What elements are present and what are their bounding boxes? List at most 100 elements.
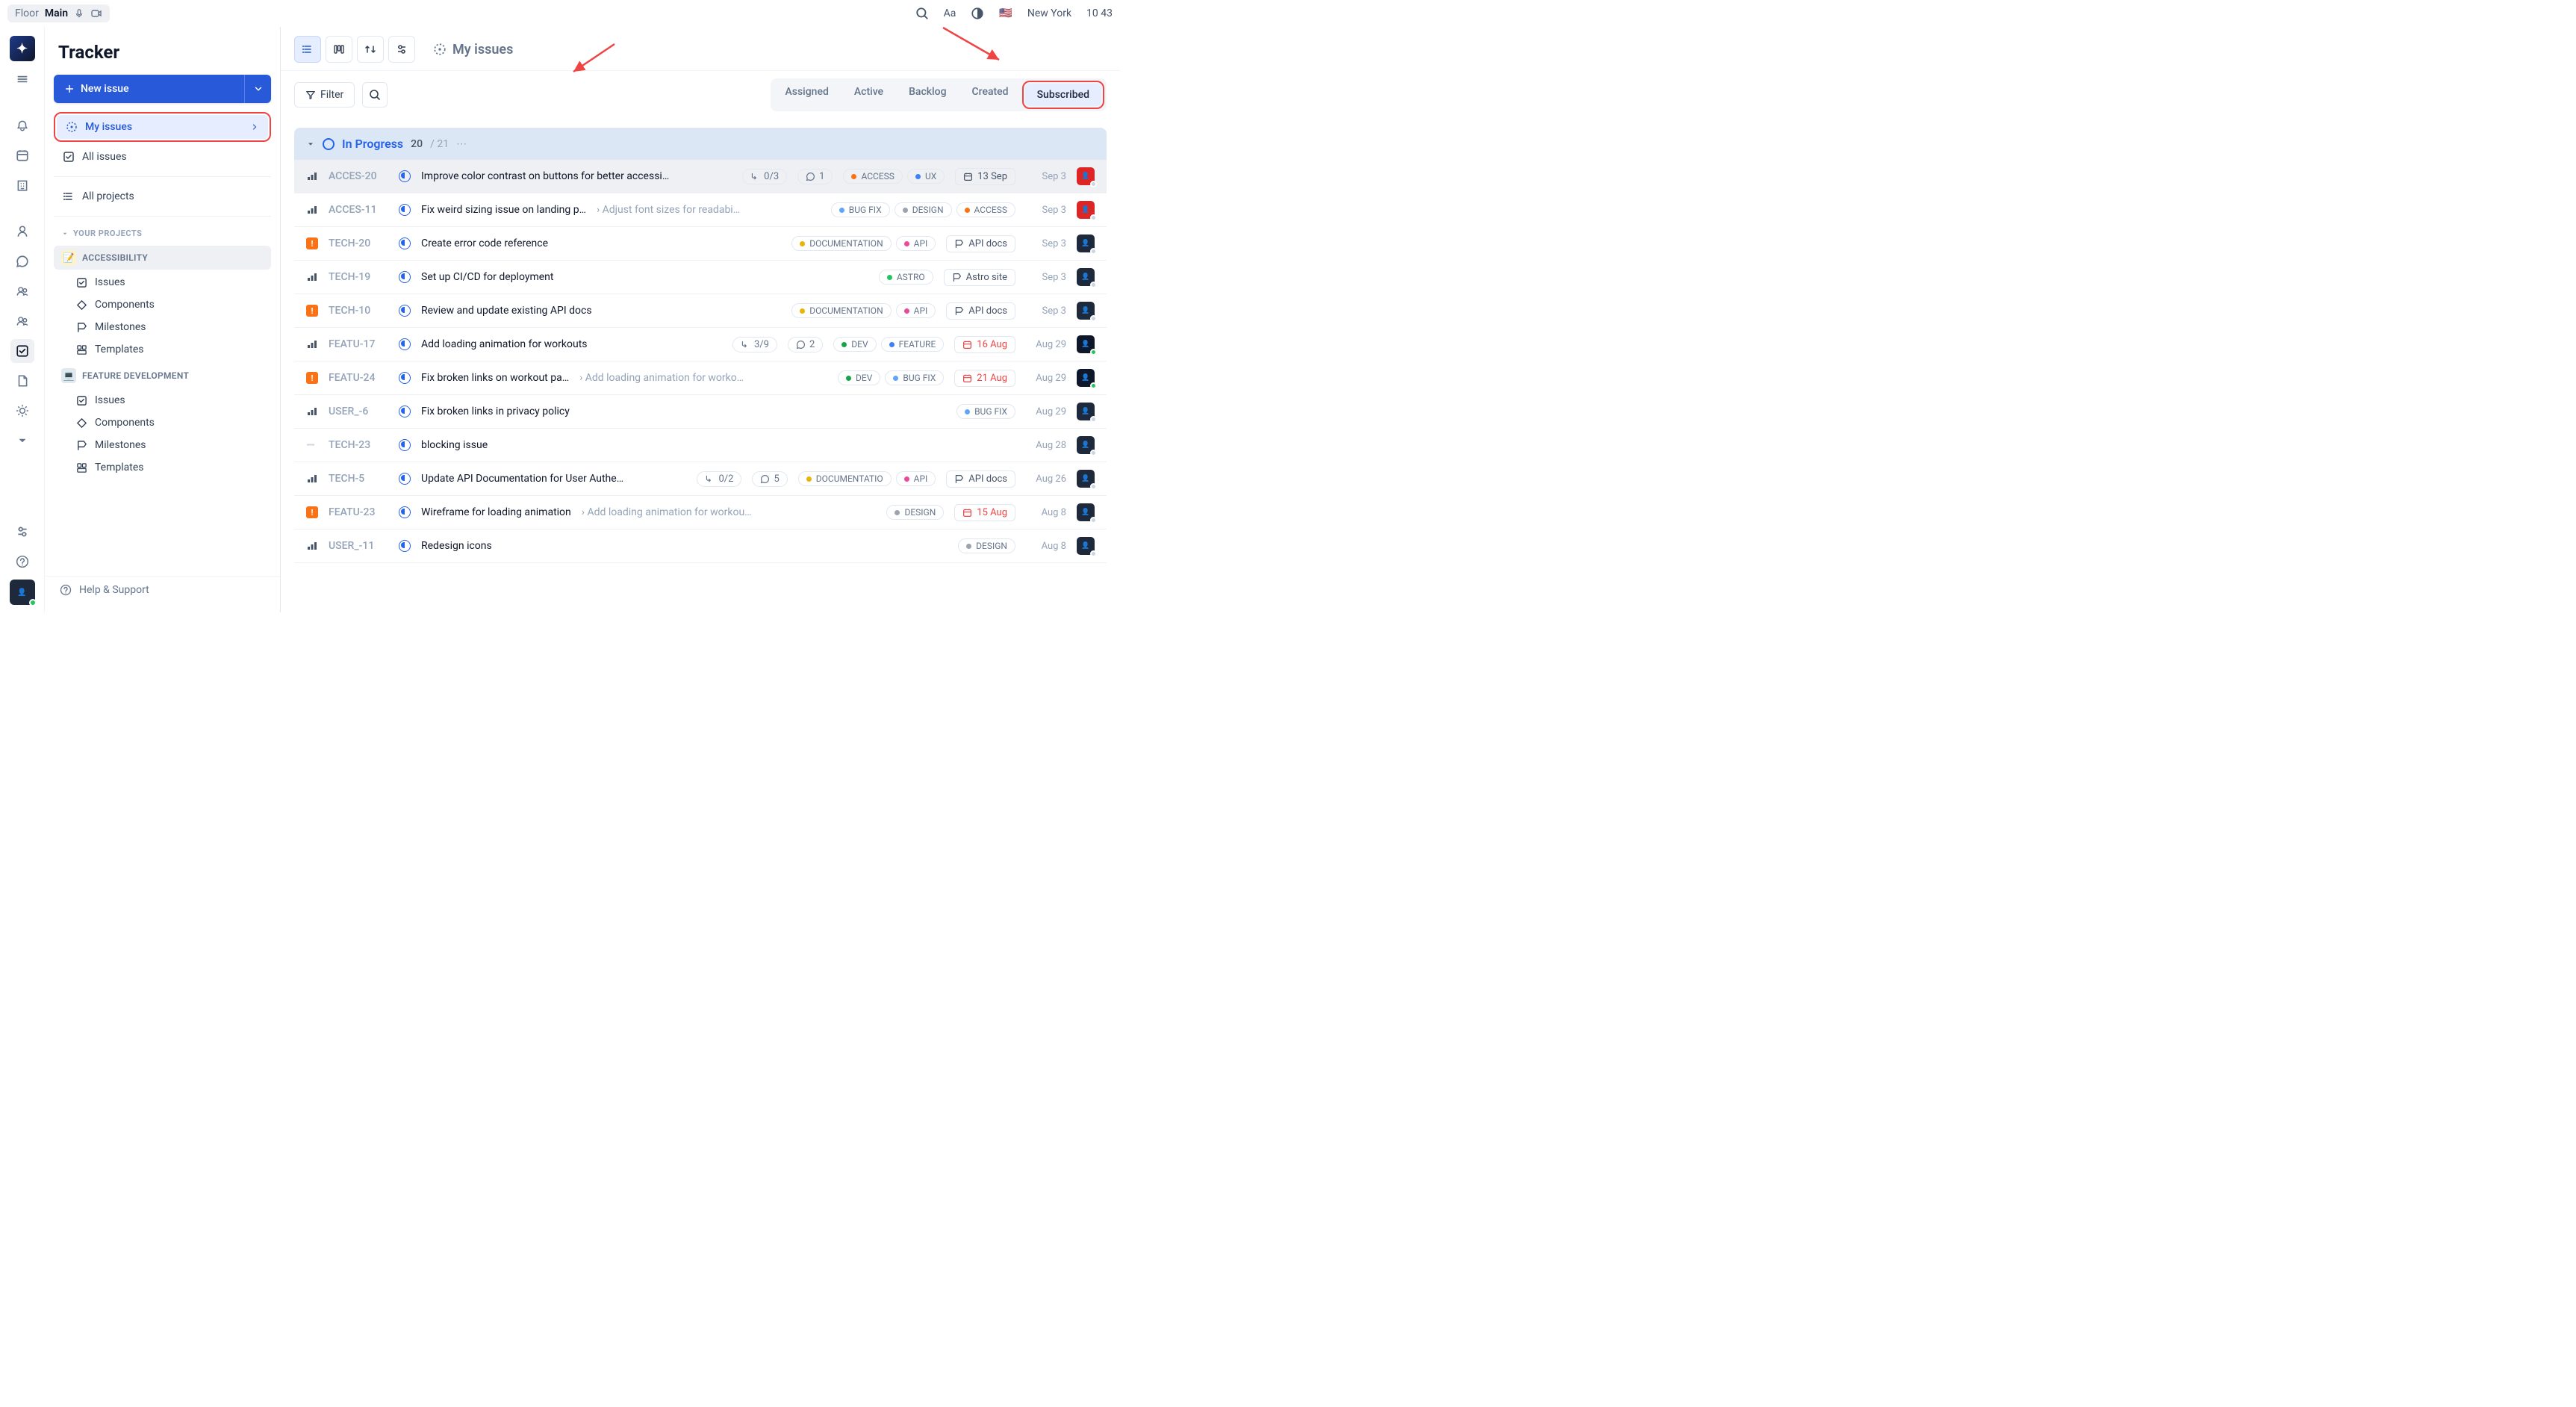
- comments-count[interactable]: 2: [788, 337, 823, 352]
- issue-row[interactable]: ! FEATU-23 Wireframe for loading animati…: [294, 496, 1107, 529]
- issue-row[interactable]: ACCES-11 Fix weird sizing issue on landi…: [294, 193, 1107, 227]
- assignee-avatar[interactable]: 👤: [1077, 503, 1095, 521]
- group-menu-icon[interactable]: ⋯: [456, 138, 467, 150]
- issue-row[interactable]: USER_-6 Fix broken links in privacy poli…: [294, 395, 1107, 429]
- comments-count[interactable]: 1: [797, 169, 833, 184]
- assignee-avatar[interactable]: 👤: [1077, 436, 1095, 454]
- tag-pill[interactable]: DEV: [838, 370, 880, 385]
- assignee-avatar[interactable]: 👤: [1077, 470, 1095, 488]
- tag-pill[interactable]: UX: [907, 169, 945, 184]
- tag-pill[interactable]: DEV: [833, 337, 876, 352]
- tab-created[interactable]: Created: [960, 81, 1021, 109]
- rail-hr[interactable]: [10, 279, 34, 303]
- subtasks-count[interactable]: 0/3: [742, 169, 787, 184]
- rail-more[interactable]: [10, 429, 34, 453]
- due-date[interactable]: API docs: [946, 470, 1015, 488]
- sidebar-all-projects[interactable]: All projects: [54, 184, 271, 208]
- tab-assigned[interactable]: Assigned: [773, 81, 840, 109]
- new-issue-dropdown[interactable]: [244, 75, 271, 103]
- sidebar-sub-components[interactable]: Components: [54, 293, 271, 316]
- issue-row[interactable]: USER_-11 Redesign icons DESIGN Aug 8 👤: [294, 529, 1107, 563]
- tag-pill[interactable]: DESIGN: [886, 505, 944, 520]
- status-icon[interactable]: [399, 406, 411, 417]
- due-date[interactable]: API docs: [946, 302, 1015, 320]
- parent-issue[interactable]: › Add loading animation for worko…: [579, 372, 744, 384]
- tag-pill[interactable]: FEATURE: [881, 337, 945, 352]
- issue-row[interactable]: FEATU-17 Add loading animation for worko…: [294, 328, 1107, 361]
- sidebar-sub-components[interactable]: Components: [54, 411, 271, 434]
- assignee-avatar[interactable]: 👤: [1077, 369, 1095, 387]
- tag-pill[interactable]: API: [896, 471, 936, 486]
- issue-row[interactable]: ! FEATU-24 Fix broken links on workout p…: [294, 361, 1107, 395]
- assignee-avatar[interactable]: 👤: [1077, 201, 1095, 219]
- sidebar-sub-issues[interactable]: Issues: [54, 389, 271, 411]
- filter-button[interactable]: Filter: [294, 82, 355, 108]
- rail-menu[interactable]: [10, 67, 34, 91]
- issue-row[interactable]: TECH-5 Update API Documentation for User…: [294, 462, 1107, 496]
- help-support[interactable]: Help & Support: [45, 576, 280, 603]
- rail-profile[interactable]: [10, 220, 34, 243]
- app-logo[interactable]: ✦: [10, 36, 35, 61]
- subtasks-count[interactable]: 3/9: [732, 337, 777, 352]
- due-date[interactable]: 16 Aug: [954, 336, 1015, 353]
- subtasks-count[interactable]: 0/2: [697, 471, 741, 487]
- rail-settings[interactable]: [10, 520, 34, 544]
- due-date[interactable]: API docs: [946, 235, 1015, 252]
- sidebar-sub-milestones[interactable]: Milestones: [54, 434, 271, 456]
- status-icon[interactable]: [399, 506, 411, 518]
- rail-chat[interactable]: [10, 249, 34, 273]
- tag-pill[interactable]: BUG FIX: [885, 370, 944, 385]
- sidebar-all-issues[interactable]: All issues: [54, 145, 271, 169]
- tag-pill[interactable]: DOCUMENTATION: [791, 303, 891, 318]
- current-user-avatar[interactable]: 👤: [10, 580, 35, 605]
- tag-pill[interactable]: DESIGN: [958, 538, 1015, 553]
- tag-pill[interactable]: ACCESS: [956, 202, 1015, 217]
- view-board-button[interactable]: [326, 36, 352, 63]
- sort-button[interactable]: [357, 36, 384, 63]
- parent-issue[interactable]: › Adjust font sizes for readabi…: [597, 204, 740, 216]
- your-projects-header[interactable]: YOUR PROJECTS: [54, 224, 271, 243]
- tag-pill[interactable]: API: [896, 303, 936, 318]
- issue-row[interactable]: -- TECH-23 blocking issue Aug 28 👤: [294, 429, 1107, 462]
- tab-backlog[interactable]: Backlog: [897, 81, 958, 109]
- sidebar-project[interactable]: 💻FEATURE DEVELOPMENT: [54, 364, 271, 388]
- sidebar-sub-templates[interactable]: Templates: [54, 456, 271, 479]
- tag-pill[interactable]: ASTRO: [879, 270, 933, 285]
- tag-pill[interactable]: API: [896, 236, 936, 251]
- rail-help[interactable]: [10, 550, 34, 574]
- assignee-avatar[interactable]: 👤: [1077, 537, 1095, 555]
- status-icon[interactable]: [399, 204, 411, 216]
- sidebar-sub-templates[interactable]: Templates: [54, 338, 271, 361]
- issue-row[interactable]: ! TECH-20 Create error code reference DO…: [294, 227, 1107, 261]
- status-icon[interactable]: [399, 473, 411, 485]
- assignee-avatar[interactable]: 👤: [1077, 335, 1095, 353]
- parent-issue[interactable]: › Add loading animation for workouts: [582, 506, 753, 518]
- status-icon[interactable]: [399, 372, 411, 384]
- tag-pill[interactable]: DOCUMENTATION: [791, 236, 891, 251]
- search-icon[interactable]: [915, 7, 929, 20]
- status-icon[interactable]: [399, 338, 411, 350]
- issue-row[interactable]: ACCES-20 Improve color contrast on butto…: [294, 160, 1107, 193]
- rail-tracker[interactable]: [10, 339, 34, 363]
- rail-building[interactable]: [10, 173, 34, 197]
- status-icon[interactable]: [399, 271, 411, 283]
- due-date[interactable]: 15 Aug: [954, 504, 1015, 521]
- rail-team[interactable]: [10, 309, 34, 333]
- tag-pill[interactable]: BUG FIX: [831, 202, 890, 217]
- settings-button[interactable]: [388, 36, 415, 63]
- rail-notifications[interactable]: [10, 114, 34, 137]
- rail-docs[interactable]: [10, 369, 34, 393]
- tab-subscribed[interactable]: Subscribed: [1025, 84, 1101, 106]
- issue-row[interactable]: ! TECH-10 Review and update existing API…: [294, 294, 1107, 328]
- assignee-avatar[interactable]: 👤: [1077, 268, 1095, 286]
- contrast-icon[interactable]: [971, 7, 984, 20]
- search-issues-button[interactable]: [362, 82, 388, 108]
- assignee-avatar[interactable]: 👤: [1077, 234, 1095, 252]
- tag-pill[interactable]: BUG FIX: [956, 404, 1015, 419]
- assignee-avatar[interactable]: 👤: [1077, 167, 1095, 185]
- status-icon[interactable]: [399, 540, 411, 552]
- status-icon[interactable]: [399, 305, 411, 317]
- sidebar-sub-milestones[interactable]: Milestones: [54, 316, 271, 338]
- issue-row[interactable]: TECH-19 Set up CI/CD for deployment ASTR…: [294, 261, 1107, 294]
- group-header-in-progress[interactable]: In Progress 20/ 21 ⋯: [294, 128, 1107, 160]
